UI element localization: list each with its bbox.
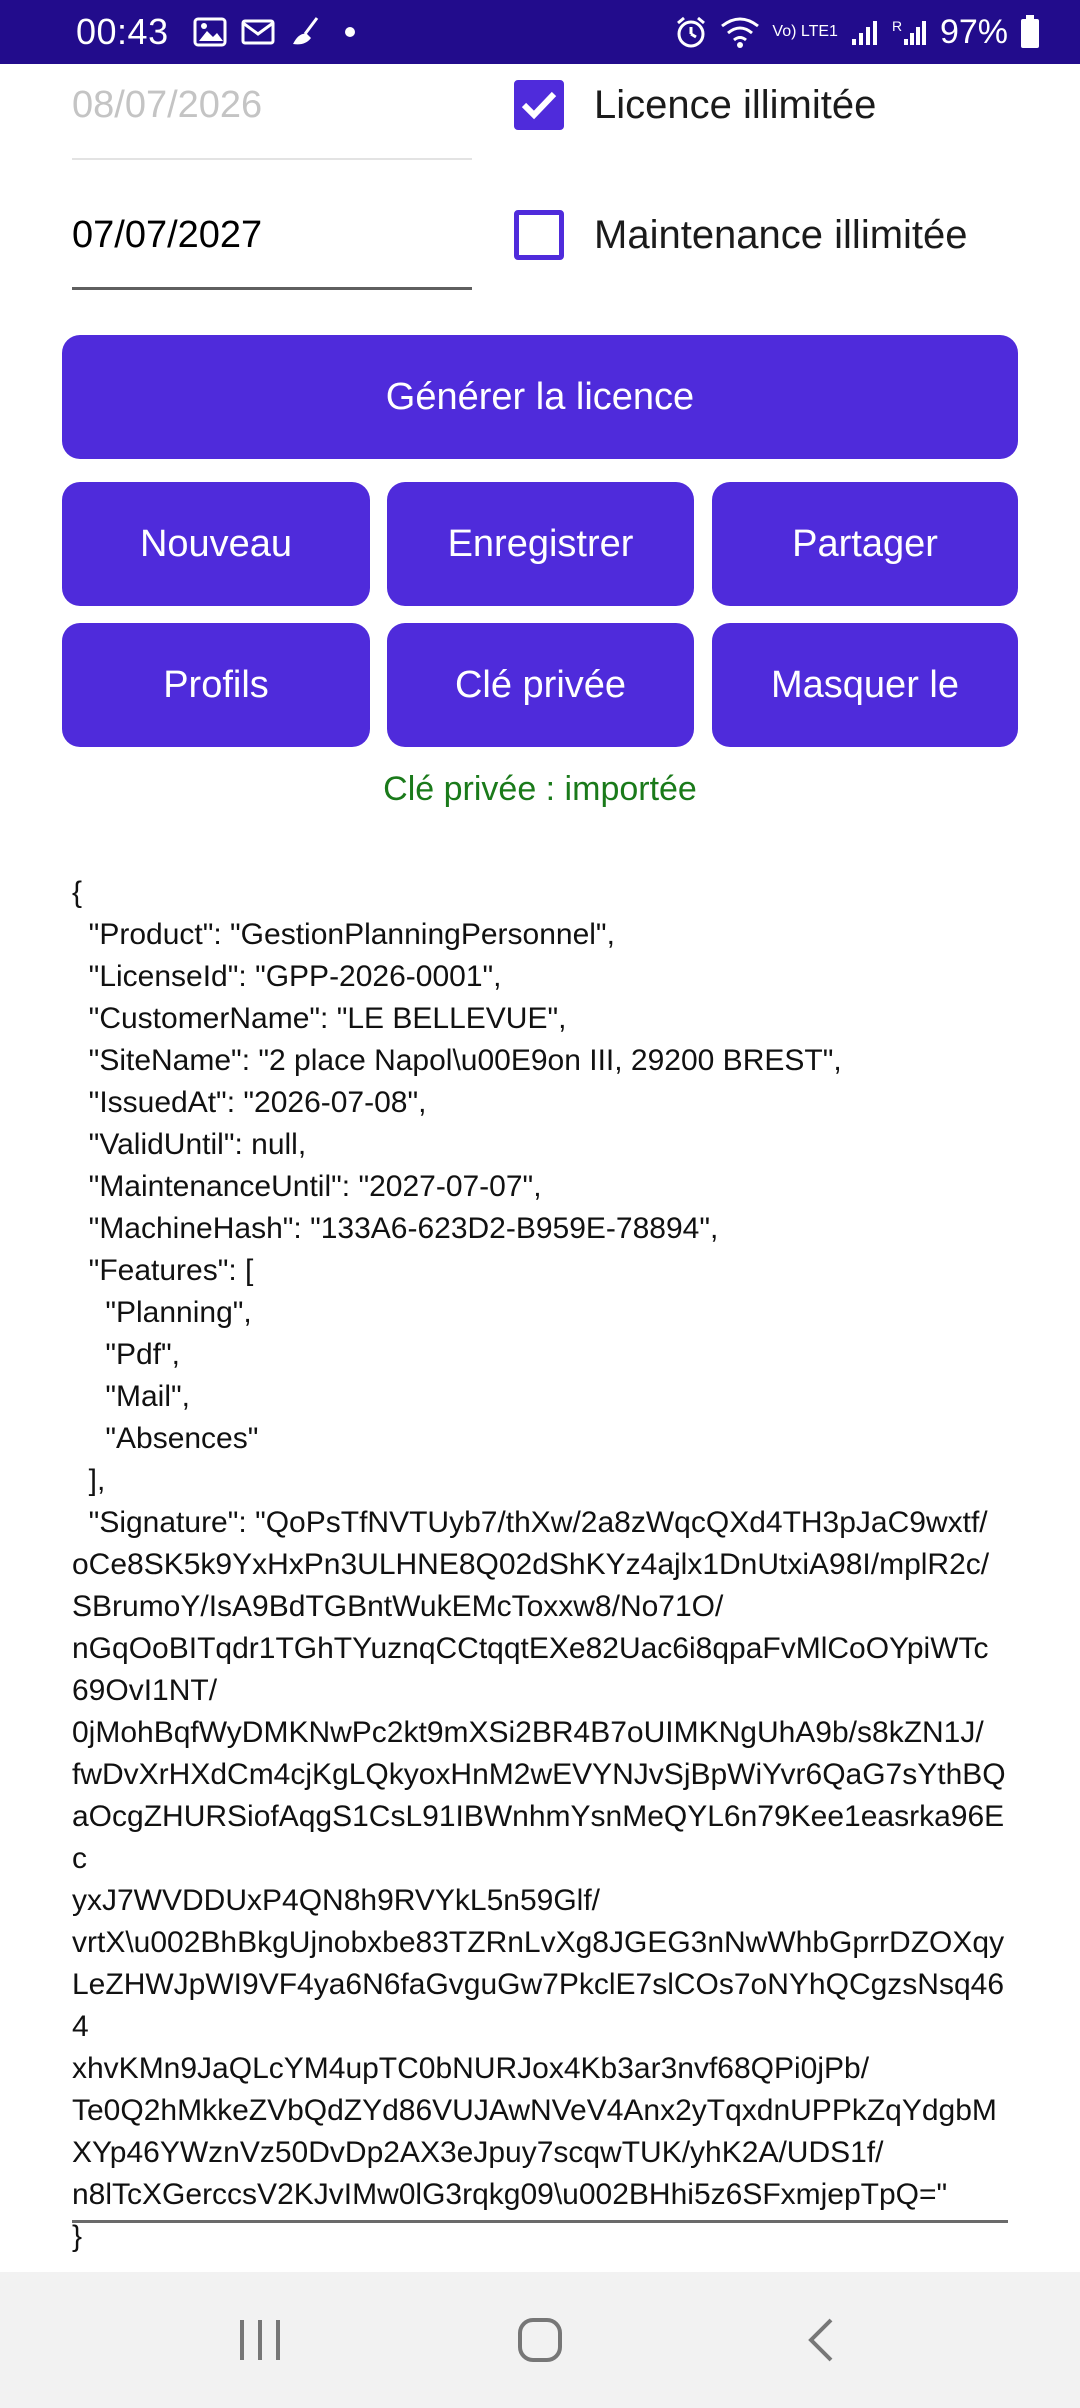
- unlimited-license-label: Licence illimitée: [594, 82, 877, 127]
- home-icon: [518, 2318, 562, 2362]
- mail-icon: [241, 17, 275, 47]
- volte-icon: Vo) LTE1: [772, 24, 838, 40]
- recent-apps-icon: [240, 2320, 280, 2360]
- issue-date-value: 08/07/2026: [72, 83, 263, 126]
- recent-apps-button[interactable]: [200, 2290, 320, 2390]
- issue-date-field[interactable]: 08/07/2026: [72, 50, 472, 160]
- svg-text:R: R: [892, 18, 902, 34]
- notification-dot-icon: [344, 27, 355, 37]
- sweep-icon: [289, 16, 323, 48]
- new-button[interactable]: Nouveau: [62, 482, 370, 606]
- status-time: 00:43: [76, 11, 169, 52]
- maintenance-row: 07/07/2027 Maintenance illimitée: [72, 180, 1012, 290]
- profiles-button[interactable]: Profils: [62, 623, 370, 747]
- license-json-output[interactable]: { "Product": "GestionPlanningPersonnel",…: [72, 872, 1012, 2258]
- issue-date-underline: [72, 158, 472, 160]
- gallery-icon: [193, 17, 227, 47]
- unlimited-license-checkbox[interactable]: [514, 80, 564, 130]
- home-button[interactable]: [480, 2290, 600, 2390]
- unlimited-license-option[interactable]: Licence illimitée: [514, 50, 876, 160]
- wifi-icon: [720, 16, 760, 48]
- license-row: 08/07/2026 Licence illimitée: [72, 50, 1012, 160]
- alarm-icon: [674, 15, 708, 49]
- back-icon: [808, 2318, 833, 2362]
- volte-label: Vo) LTE1: [772, 23, 838, 40]
- battery-icon: [1020, 15, 1040, 49]
- license-json-underline: [72, 2220, 1008, 2223]
- signal-icon: [850, 17, 880, 47]
- maintenance-date-field[interactable]: 07/07/2027: [72, 180, 472, 290]
- share-button[interactable]: Partager: [712, 482, 1018, 606]
- unlimited-maintenance-checkbox[interactable]: [514, 210, 564, 260]
- unlimited-maintenance-label: Maintenance illimitée: [594, 212, 968, 257]
- unlimited-maintenance-option[interactable]: Maintenance illimitée: [514, 180, 968, 290]
- generate-license-button[interactable]: Générer la licence: [62, 335, 1018, 459]
- maintenance-date-underline: [72, 287, 472, 290]
- signal-r-icon: R: [892, 17, 928, 47]
- back-button[interactable]: [760, 2290, 880, 2390]
- hide-button[interactable]: Masquer le: [712, 623, 1018, 747]
- maintenance-date-value: 07/07/2027: [72, 213, 263, 256]
- navigation-bar: [0, 2272, 1080, 2408]
- private-key-status: Clé privée : importée: [383, 770, 697, 808]
- battery-percentage: 97%: [939, 12, 1008, 51]
- check-icon: [521, 91, 557, 120]
- save-button[interactable]: Enregistrer: [387, 482, 694, 606]
- private-key-button[interactable]: Clé privée: [387, 623, 694, 747]
